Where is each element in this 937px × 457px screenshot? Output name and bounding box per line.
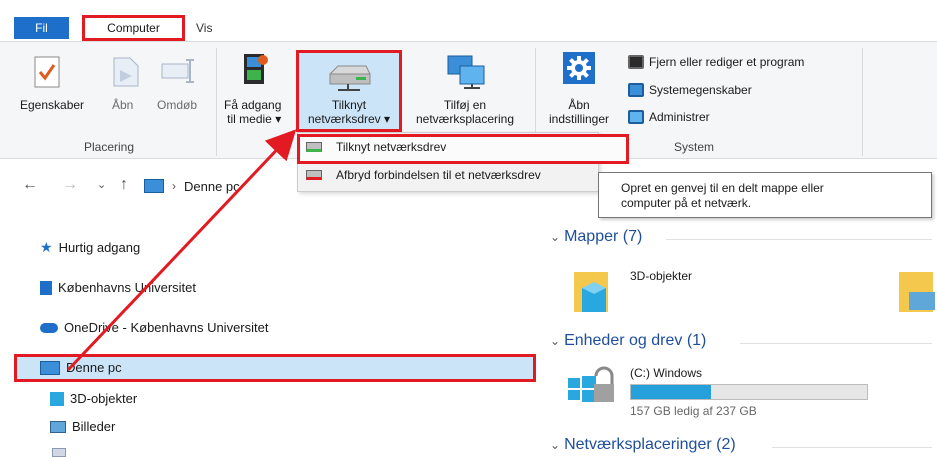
computer-icon	[40, 360, 60, 375]
chevron-down-icon: ⌄	[550, 334, 561, 348]
nav-item-hurtig-adgang[interactable]: ★ Hurtig adgang	[40, 239, 140, 256]
group-label-placering: Placering	[84, 140, 135, 154]
nav-billeder-label: Billeder	[72, 419, 116, 434]
omdoeb-button[interactable]: Omdøb	[157, 98, 197, 112]
nav-item-3d-objekter[interactable]: 3D-objekter	[50, 391, 137, 406]
rename-icon	[160, 58, 196, 84]
nav-onedrive-label: OneDrive - Københavns Universitet	[64, 320, 269, 335]
tilknyt-label: Tilknyt netværksdrev ▾	[298, 98, 400, 126]
chevron-down-icon: ⌄	[550, 230, 561, 244]
ribbon-separator	[216, 48, 217, 156]
tab-computer[interactable]: Computer	[82, 15, 185, 41]
drive-free-label: 157 GB ledig af 237 GB	[630, 404, 757, 418]
section-netvaerk[interactable]: ⌄ Netværksplaceringer (2)	[550, 436, 736, 454]
properties-icon	[34, 56, 60, 88]
nav-item-onedrive[interactable]: OneDrive - Københavns Universitet	[40, 320, 268, 335]
tilfoej-label-2: netværksplacering	[415, 112, 515, 126]
section-mapper-label: Mapper (7)	[564, 228, 643, 245]
breadcrumb-location: Denne pc	[184, 178, 240, 194]
folder-3d-objekter-icon	[572, 266, 612, 314]
fjern-label: Fjern eller rediger et program	[649, 55, 805, 69]
tab-fil[interactable]: Fil	[14, 17, 69, 39]
aabn-button[interactable]: Åbn	[112, 98, 133, 112]
faa-adgang-label-2: til medie ▾	[227, 112, 282, 126]
cloud-icon	[40, 322, 58, 333]
tooltip-line-2: computer på et netværk.	[621, 196, 752, 210]
menu-item-1-label: Tilknyt netværksdrev	[336, 140, 447, 154]
tilknyt-label-2: netværksdrev ▾	[307, 112, 391, 126]
forward-arrow-icon[interactable]: →	[62, 176, 78, 194]
media-icon	[242, 52, 270, 88]
chevron-down-icon: ⌄	[550, 438, 561, 452]
faa-adgang-button[interactable]: Få adgang til medie ▾	[224, 98, 281, 126]
section-divider	[772, 447, 932, 448]
section-mapper[interactable]: ⌄ Mapper (7)	[550, 228, 642, 246]
section-enheder-label: Enheder og drev (1)	[564, 332, 707, 349]
computer-icon	[144, 179, 164, 193]
menu-item-1-content: Tilknyt netværksdrev	[306, 140, 446, 154]
tooltip: Opret en genvej til en delt mappe eller …	[598, 172, 932, 218]
drive-name-label[interactable]: (C:) Windows	[630, 366, 702, 380]
pictures-icon	[50, 420, 66, 433]
network-location-icon	[444, 54, 488, 90]
tilfoej-label-1: Tilføj en	[443, 98, 487, 112]
tilfoej-netvaerksplacering-button[interactable]: Tilføj en netværksplacering	[405, 98, 525, 126]
address-bar[interactable]: › Denne pc	[144, 174, 304, 198]
fjern-program-button[interactable]: Fjern eller rediger et program	[628, 55, 804, 69]
recent-chevron-icon[interactable]: ⌄	[97, 178, 106, 191]
faa-adgang-label-1: Få adgang	[224, 98, 282, 112]
disconnect-drive-icon	[306, 170, 322, 180]
aabn-indst-label-2: indstillinger	[548, 112, 610, 126]
star-icon: ★	[40, 239, 53, 255]
tab-vis[interactable]: Vis	[196, 17, 212, 39]
network-drive-icon	[326, 62, 372, 92]
administer-icon	[628, 110, 644, 124]
settings-gear-icon	[563, 52, 595, 84]
section-netvaerk-label: Netværksplaceringer (2)	[564, 436, 736, 453]
system-properties-icon	[628, 83, 644, 97]
section-divider	[740, 343, 932, 344]
nav-denne-pc-label: Denne pc	[66, 360, 122, 375]
cube-icon	[50, 391, 64, 406]
windows-drive-icon	[566, 366, 614, 410]
tooltip-line-1: Opret en genvej til en delt mappe eller	[621, 181, 824, 195]
folder-pictures-icon	[897, 266, 937, 314]
tilknyt-label-1: Tilknyt	[331, 98, 367, 112]
documents-icon	[52, 448, 66, 457]
menu-item-2-label: Afbryd forbindelsen til et netværksdrev	[336, 168, 541, 182]
administrer-label: Administrer	[649, 110, 710, 124]
nav-hurtig-label: Hurtig adgang	[58, 240, 141, 255]
menu-item-afbryd-forbindelsen[interactable]: Afbryd forbindelsen til et netværksdrev	[306, 168, 541, 182]
up-arrow-icon[interactable]: ↑	[120, 176, 128, 194]
ribbon-separator	[862, 48, 863, 156]
systemegenskaber-label: Systemegenskaber	[649, 83, 752, 97]
aabn-indstillinger-button[interactable]: Åbn indstillinger	[540, 98, 618, 126]
map-drive-icon	[306, 142, 322, 152]
nav-denne-pc-content: Denne pc	[40, 360, 122, 375]
program-icon	[628, 55, 644, 69]
nav-ku-label: Københavns Universitet	[58, 280, 197, 295]
back-arrow-icon[interactable]: ←	[22, 176, 38, 194]
systemegenskaber-button[interactable]: Systemegenskaber	[628, 83, 752, 97]
breadcrumb-separator-icon: ›	[172, 179, 176, 193]
egenskaber-button[interactable]: Egenskaber	[20, 98, 84, 112]
open-icon	[112, 56, 142, 88]
item-3d-objekter-label[interactable]: 3D-objekter	[630, 269, 692, 283]
aabn-indst-label-1: Åbn	[568, 98, 590, 112]
section-divider	[666, 239, 932, 240]
drive-usage-fill	[631, 385, 711, 399]
building-icon	[40, 280, 52, 295]
nav-item-billeder[interactable]: Billeder	[50, 419, 115, 434]
section-enheder[interactable]: ⌄ Enheder og drev (1)	[550, 332, 706, 350]
nav-item-kobenhavns-universitet[interactable]: Københavns Universitet	[40, 280, 196, 295]
nav-3d-label: 3D-objekter	[70, 391, 138, 406]
group-label-system: System	[674, 140, 715, 154]
administrer-button[interactable]: Administrer	[628, 110, 710, 124]
